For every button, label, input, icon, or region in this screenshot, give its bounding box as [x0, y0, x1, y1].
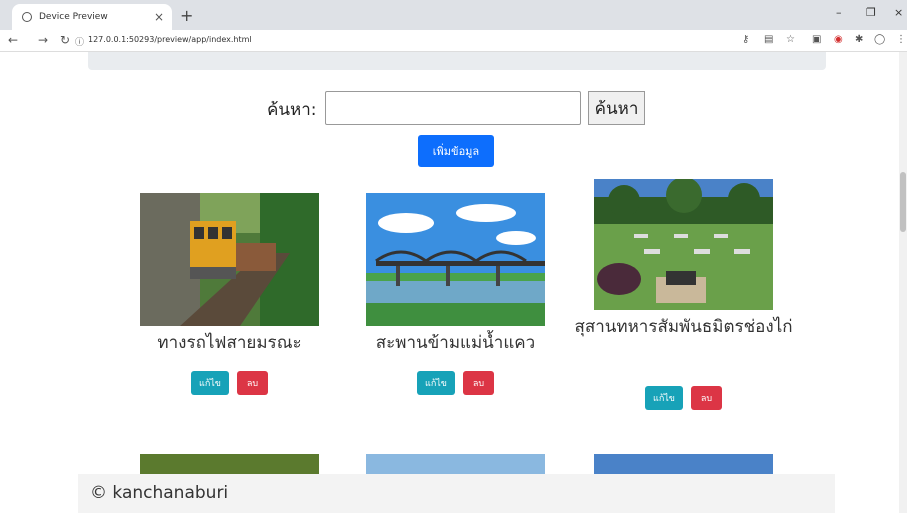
- card-image-bridge: [366, 193, 545, 326]
- new-tab-button[interactable]: +: [180, 6, 193, 25]
- card-title: สุสานทหารสัมพันธมิตรช่องไก่: [574, 317, 793, 337]
- reload-icon[interactable]: ↻: [60, 33, 70, 47]
- edit-button[interactable]: แก้ไข: [417, 371, 455, 395]
- translate-icon[interactable]: ▤: [764, 34, 773, 45]
- delete-button[interactable]: ลบ: [691, 386, 722, 410]
- browser-tab[interactable]: Device Preview ×: [12, 4, 172, 30]
- edit-button[interactable]: แก้ไข: [191, 371, 229, 395]
- tab-title: Device Preview: [39, 12, 108, 22]
- footer-text: © kanchanaburi: [90, 483, 229, 503]
- search-input[interactable]: [325, 91, 581, 125]
- card-image-next-2: [366, 454, 545, 474]
- search-button[interactable]: ค้นหา: [588, 91, 645, 125]
- info-icon[interactable]: ⓘ: [75, 35, 84, 48]
- menu-icon[interactable]: ⋮: [896, 34, 906, 45]
- globe-icon: [22, 12, 32, 22]
- minimize-button[interactable]: –: [836, 6, 842, 19]
- navbar: [88, 52, 826, 70]
- card-title: สะพานข้ามแม่น้ำแคว: [375, 333, 536, 353]
- star-icon[interactable]: ☆: [786, 34, 795, 45]
- browser-tab-bar: Device Preview × + – ❐ ×: [0, 0, 907, 30]
- extension-icon[interactable]: ▣: [812, 34, 821, 45]
- scrollbar[interactable]: [899, 52, 907, 513]
- scroll-thumb[interactable]: [900, 172, 906, 232]
- back-icon[interactable]: ←: [8, 33, 18, 47]
- card-image-next-1: [140, 454, 319, 474]
- card-image-cemetery: [594, 179, 773, 310]
- delete-button[interactable]: ลบ: [237, 371, 268, 395]
- close-window-button[interactable]: ×: [894, 6, 903, 19]
- edit-button[interactable]: แก้ไข: [645, 386, 683, 410]
- search-label: ค้นหา:: [267, 100, 317, 120]
- tab-close-icon[interactable]: ×: [154, 10, 164, 24]
- url-field[interactable]: 127.0.0.1:50293/preview/app/index.html: [88, 35, 252, 44]
- puzzle-icon[interactable]: ✱: [855, 34, 863, 45]
- card-image-railway: [140, 193, 319, 326]
- delete-button[interactable]: ลบ: [463, 371, 494, 395]
- card-title: ทางรถไฟสายมรณะ: [157, 333, 302, 353]
- record-icon[interactable]: ◉: [834, 34, 843, 45]
- key-icon[interactable]: ⚷: [742, 34, 749, 45]
- restore-button[interactable]: ❐: [866, 6, 876, 19]
- profile-icon[interactable]: ◯: [874, 34, 885, 45]
- address-bar: ← → ↻ ⓘ 127.0.0.1:50293/preview/app/inde…: [0, 30, 907, 52]
- card-image-next-3: [594, 454, 773, 474]
- footer: © kanchanaburi: [78, 474, 835, 513]
- forward-icon[interactable]: →: [38, 33, 48, 47]
- add-data-button[interactable]: เพิ่มข้อมูล: [418, 135, 494, 167]
